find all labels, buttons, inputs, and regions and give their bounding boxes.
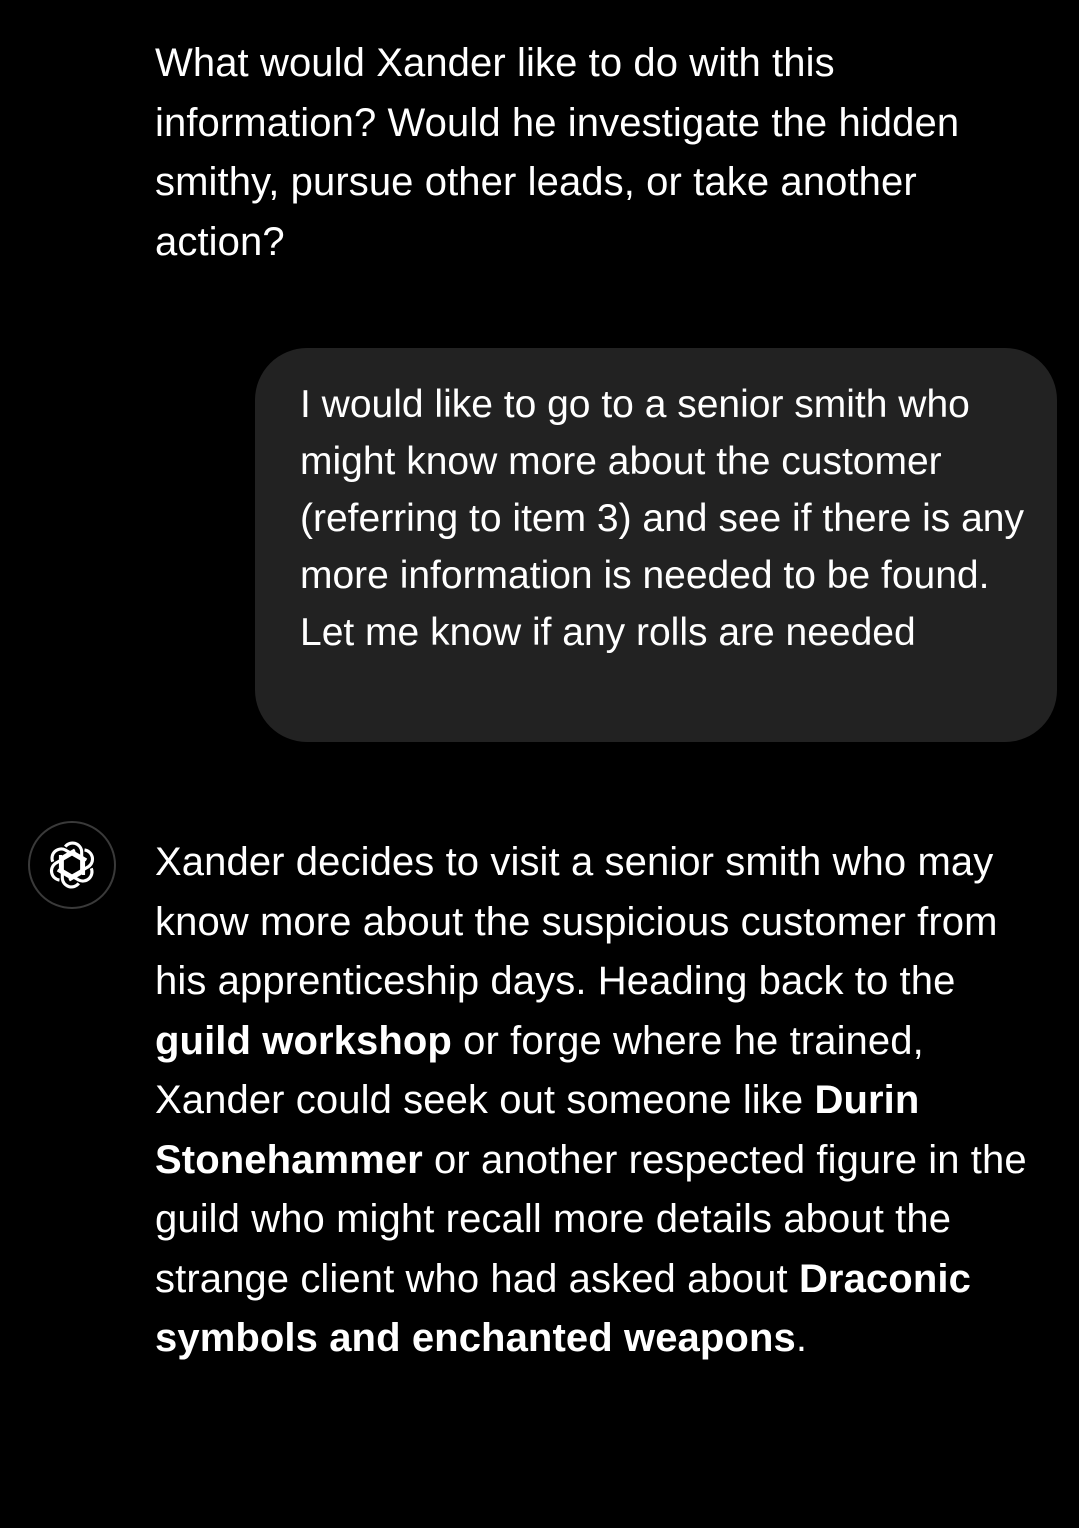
assistant-avatar: [28, 821, 116, 909]
assistant-message-reply: Xander decides to visit a senior smith w…: [155, 833, 1035, 1369]
openai-logo-icon: [50, 841, 94, 889]
reply-text-1: Xander decides to visit a senior smith w…: [155, 840, 998, 1003]
user-message-text: I would like to go to a senior smith who…: [300, 383, 1024, 654]
assistant-message-previous: What would Xander like to do with this i…: [155, 34, 1035, 272]
user-message-bubble: I would like to go to a senior smith who…: [255, 348, 1057, 742]
assistant-message-text: What would Xander like to do with this i…: [155, 41, 960, 264]
reply-bold-guild-workshop: guild workshop: [155, 1018, 452, 1063]
reply-text-4: .: [795, 1316, 808, 1360]
